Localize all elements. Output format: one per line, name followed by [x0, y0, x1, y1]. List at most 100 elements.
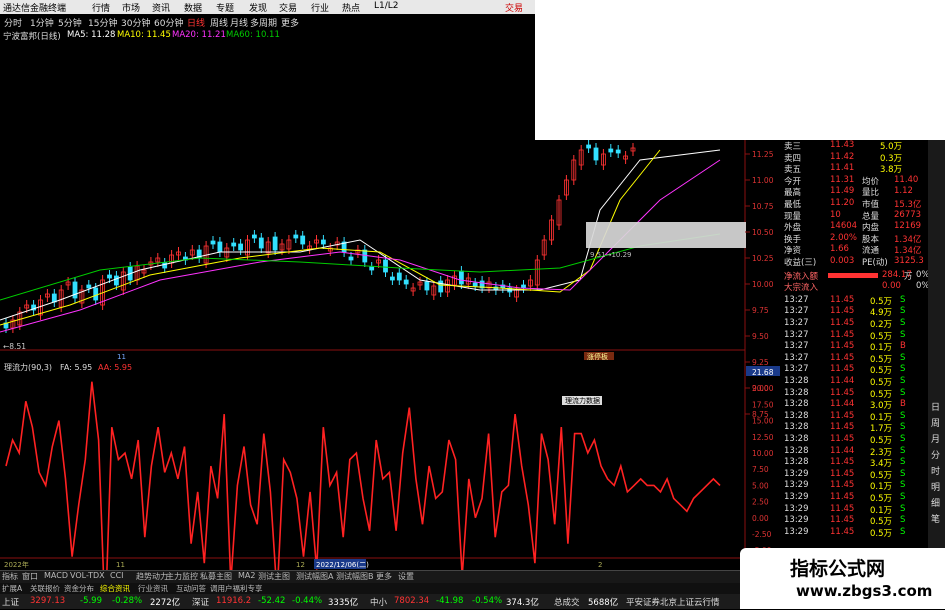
- tick-row-cell: 13:27: [784, 329, 809, 340]
- right-tab[interactable]: 分: [931, 448, 940, 461]
- tf-1min[interactable]: 1分钟: [30, 16, 54, 29]
- indicator-tab[interactable]: 趋势动力: [136, 571, 168, 582]
- info-tab[interactable]: 关联报价: [30, 583, 60, 594]
- tf-60min[interactable]: 60分钟: [154, 16, 183, 29]
- info-tab[interactable]: 互动问答: [176, 583, 206, 594]
- right-tab[interactable]: 日: [931, 400, 940, 413]
- tick-row: 13:29 11.45 0.5万 S: [782, 492, 928, 504]
- indicator-tab[interactable]: 指标: [2, 571, 18, 582]
- info-tab[interactable]: 资金分布: [64, 583, 94, 594]
- info-tab[interactable]: 调用户福利专享: [210, 583, 263, 594]
- indicator-tab[interactable]: 测试幅图B: [336, 571, 374, 582]
- tick-row-cell: 11.45: [830, 294, 855, 305]
- sz-pct: -0.44%: [292, 596, 323, 606]
- indicator-tab[interactable]: 窗口: [22, 571, 38, 582]
- indicator-tooltip-text: 理流力数据: [565, 396, 600, 405]
- x-marker: 11: [117, 353, 126, 361]
- tick-row: 13:28 11.44 3.0万 B: [782, 399, 928, 411]
- menu-discover[interactable]: 发现: [249, 1, 267, 14]
- stat-row-cell: 26773: [894, 209, 922, 220]
- stat-row-cell: 15.3亿: [894, 200, 922, 210]
- trade-button[interactable]: 交易: [505, 1, 523, 14]
- tf-5min[interactable]: 5分钟: [58, 16, 82, 29]
- stat-row-cell: 11.49: [830, 186, 855, 197]
- ask-row-cell: 5.0万: [880, 142, 903, 152]
- tf-multi[interactable]: 多周期: [250, 16, 277, 29]
- menu-data[interactable]: 数据: [184, 1, 202, 14]
- menu-news[interactable]: 资讯: [152, 1, 170, 14]
- info-tab[interactable]: 扩展A: [2, 583, 22, 594]
- tf-tick[interactable]: 分时: [4, 16, 22, 29]
- right-tab[interactable]: 周: [931, 416, 940, 429]
- right-tab[interactable]: 明: [931, 480, 940, 493]
- indicator-tab[interactable]: MA2: [238, 571, 255, 580]
- tf-day[interactable]: 日线: [187, 16, 205, 29]
- indicator-tab[interactable]: 私募主图: [200, 571, 232, 582]
- tick-row-cell: 13:28: [784, 410, 809, 421]
- indicator-tab[interactable]: 测试幅图A: [296, 571, 333, 582]
- stat-row-cell: 现量: [784, 211, 802, 222]
- tick-row-cell: 13:29: [784, 480, 809, 491]
- stat-row-cell: 1.34亿: [894, 234, 922, 245]
- right-tab[interactable]: 时: [931, 464, 940, 477]
- flow-row: 净流入额 284.17 万 0%: [782, 270, 930, 282]
- info-tab[interactable]: 行业资讯: [138, 583, 168, 594]
- info-tab[interactable]: 综合资讯: [100, 583, 130, 594]
- tick-row-cell: 0.5万: [870, 436, 893, 446]
- tick-row: 13:28 11.45 0.5万 S: [782, 388, 928, 400]
- right-tab[interactable]: 细: [931, 496, 940, 509]
- tick-row: 13:29 11.45 0.5万 S: [782, 469, 928, 481]
- tf-30min[interactable]: 30分钟: [121, 16, 150, 29]
- ask-row-cell: 11.42: [830, 151, 855, 162]
- candle-body: [300, 235, 306, 245]
- tick-row-cell: 0.2万: [870, 320, 893, 330]
- tick-row-cell: 2.3万: [870, 447, 893, 458]
- right-tab[interactable]: 笔: [931, 512, 940, 525]
- indicator-tick-label: 0.00: [752, 514, 769, 523]
- indicator-axis: 21.68 20.00 17.50 15.00 12.50 10.00 7.50 5.00 2.…: [746, 366, 780, 570]
- menu-industry[interactable]: 行业: [311, 1, 329, 14]
- tick-row-cell: S: [900, 294, 906, 305]
- indicator-tabs: 指标 窗口 MACD VOL-TDX CCI 趋势动力 主力监控 私募主图 MA2 测试主图 测试幅…: [0, 570, 740, 583]
- menu-trade[interactable]: 交易: [279, 1, 297, 14]
- menu-hot[interactable]: 热点: [342, 1, 360, 14]
- indicator-tab[interactable]: CCI: [110, 571, 124, 580]
- tick-row-cell: 0.5万: [870, 366, 893, 377]
- candle-body: [383, 259, 388, 273]
- indicator-tab[interactable]: MACD: [44, 571, 68, 580]
- tick-row-cell: S: [900, 376, 906, 386]
- menu-topics[interactable]: 专题: [216, 1, 234, 14]
- tf-week[interactable]: 周线: [210, 16, 228, 29]
- price-tick-label: 10.25: [752, 254, 774, 263]
- watermark: 指标公式网 www.zbgs3.com: [740, 548, 945, 609]
- stat-row-cell: 11.40: [894, 174, 919, 185]
- tick-row-cell: 11.45: [830, 526, 855, 537]
- menu-market[interactable]: 市场: [122, 1, 140, 14]
- tf-more[interactable]: 更多: [281, 16, 299, 29]
- info-tabs: 扩展A 关联报价 资金分布 综合资讯 行业资讯 互动问答 调用户福利专享: [0, 583, 740, 594]
- right-tab[interactable]: 月: [931, 432, 940, 445]
- indicator-tick-label: -2.50: [752, 530, 772, 539]
- tf-15min[interactable]: 15分钟: [88, 16, 117, 29]
- right-tab-strip: 日周月分时明细笔: [928, 140, 945, 590]
- price-tick-label: 9.25: [752, 358, 769, 367]
- tf-month[interactable]: 月线: [230, 16, 248, 29]
- tick-row-cell: S: [900, 526, 906, 537]
- indicator-tab[interactable]: 主力监控: [166, 571, 198, 582]
- candle-body: [472, 282, 478, 287]
- indicator-tab[interactable]: VOL-TDX: [70, 571, 105, 580]
- tick-row-cell: 11.45: [830, 341, 855, 352]
- indicator-tick-label: 21.68: [752, 368, 774, 377]
- tick-row-cell: 13:28: [784, 422, 809, 433]
- menu-l1l2[interactable]: L1/L2: [374, 1, 399, 11]
- chart-area[interactable]: 9.51→10.29 ←8.51 涨停板 11 11.2511.0010.751…: [0, 140, 782, 570]
- indicator-tick-label: 7.50: [752, 465, 769, 474]
- indicator-tab[interactable]: 更多: [376, 571, 392, 582]
- candle-body: [403, 279, 409, 285]
- indicator-tab[interactable]: 测试主图: [258, 571, 290, 582]
- tick-row-cell: 11.45: [830, 468, 855, 479]
- stat-row-cell: 股本: [862, 234, 880, 245]
- menu-quotes[interactable]: 行情: [92, 1, 110, 14]
- indicator-tab[interactable]: 设置: [398, 571, 414, 582]
- zx-label: 中小: [370, 598, 388, 608]
